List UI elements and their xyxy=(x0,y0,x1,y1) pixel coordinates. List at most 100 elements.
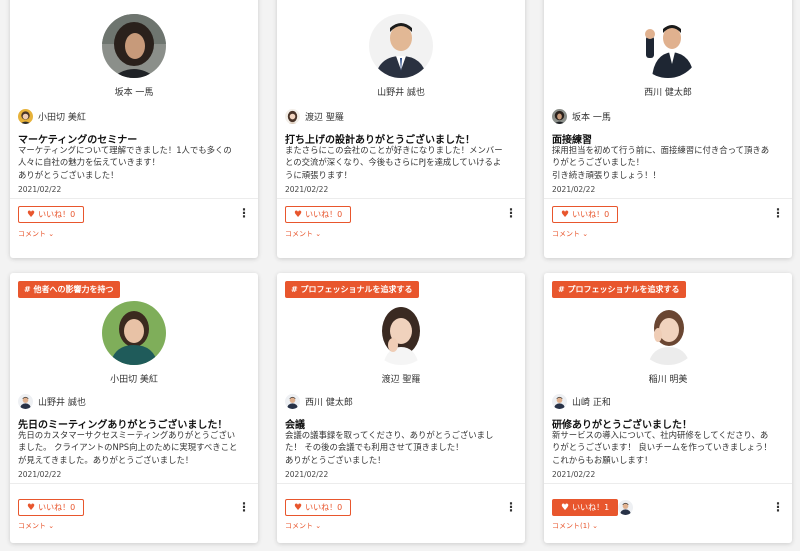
body-line: 採用担当を初めて行う前に、面接練習に付き合って頂きあ xyxy=(552,145,770,155)
value-tag[interactable]: # プロフェッショナルを追求する xyxy=(552,281,686,298)
like-button[interactable]: ♥ いいね！ 0 xyxy=(285,499,352,516)
body-line: た！ その後の会議でも利用させて頂きました！ xyxy=(285,442,464,453)
heart-icon: ♥ xyxy=(561,209,570,220)
body-line: うに頑張ります！ xyxy=(285,169,352,180)
card-body: 先日のカスタマーサクセスミーティングありがとうござい ました。 クライアントのN… xyxy=(18,429,254,466)
value-tag[interactable]: # プロフェッショナルを追求する xyxy=(285,281,419,298)
sender[interactable]: 小田切 美紅 xyxy=(18,109,86,124)
recipient-avatar[interactable] xyxy=(102,301,166,365)
like-label: いいね！ xyxy=(572,503,605,512)
card-date: 2021/02/22 xyxy=(552,470,596,479)
recipient-name[interactable]: 坂本 一馬 xyxy=(10,85,258,98)
sender-name: 西川 健太郎 xyxy=(305,398,353,408)
body-line: 先日のカスタマーサクセスミーティングありがとうござい xyxy=(18,430,236,440)
comment-label: コメント xyxy=(285,230,313,238)
body-line: ありがとうございました！ xyxy=(285,454,386,465)
recipient-avatar[interactable] xyxy=(369,14,433,78)
comment-toggle[interactable]: コメント(1) ⌄ xyxy=(552,521,598,531)
heart-icon: ♥ xyxy=(27,209,36,220)
like-label: いいね！ xyxy=(305,210,338,219)
sender-avatar xyxy=(285,394,300,409)
value-tag[interactable]: # 他者への影響力を持つ xyxy=(18,281,120,298)
sender[interactable]: 渡辺 聖羅 xyxy=(285,109,344,124)
body-line: ました。 クライアントのNPS向上のために実現すべきこと xyxy=(18,442,238,453)
like-button[interactable]: ♥ いいね！ 0 xyxy=(18,499,85,516)
sender-avatar xyxy=(18,394,33,409)
more-options-icon[interactable]: ⋮ xyxy=(505,501,517,513)
heart-icon: ♥ xyxy=(294,209,303,220)
body-line: これからもお願いします！ xyxy=(552,454,653,465)
body-line: りがとうございました！ xyxy=(552,157,645,168)
body-line: 新サービスの導入について、社内研修をしてくださり、あ xyxy=(552,430,769,440)
like-count: 0 xyxy=(604,210,610,219)
sender-avatar xyxy=(18,109,33,124)
more-options-icon[interactable]: ⋮ xyxy=(238,207,250,219)
chevron-down-icon: ⌄ xyxy=(315,230,322,238)
like-button[interactable]: ♥ いいね！ 1 xyxy=(552,499,619,516)
thanks-card: # 他者への影響力を持つ 小田切 美紅 山野井 誠也 先日のミーティングありがと… xyxy=(10,273,258,543)
card-date: 2021/02/22 xyxy=(18,470,62,479)
body-line: またさらにこの会社のことが好きになりました！メンバー xyxy=(285,145,503,155)
chevron-down-icon: ⌄ xyxy=(315,522,322,530)
recipient-name[interactable]: 西川 健太郎 xyxy=(544,85,792,98)
card-date: 2021/02/22 xyxy=(18,185,62,194)
more-options-icon[interactable]: ⋮ xyxy=(238,501,250,513)
body-line: 会議の議事録を取ってくださり、ありがとうございまし xyxy=(285,430,494,440)
comment-toggle[interactable]: コメント ⌄ xyxy=(285,229,321,239)
sender-avatar xyxy=(285,109,300,124)
more-options-icon[interactable]: ⋮ xyxy=(505,207,517,219)
recipient-name[interactable]: 山野井 誠也 xyxy=(277,85,525,98)
comment-toggle[interactable]: コメント ⌄ xyxy=(285,521,321,531)
comment-label: コメント xyxy=(552,230,580,238)
like-button[interactable]: ♥ いいね！ 0 xyxy=(285,206,352,223)
recipient-name[interactable]: 小田切 美紅 xyxy=(10,372,258,385)
body-line: 引き続き頑張りましょう！！ xyxy=(552,169,661,180)
liker-avatar[interactable] xyxy=(618,500,633,515)
sender[interactable]: 山野井 誠也 xyxy=(18,394,86,409)
thanks-card: # プロフェッショナルを追求する 稲川 明美 山崎 正和 研修ありがとうございま… xyxy=(544,273,792,543)
recipient-name[interactable]: 渡辺 聖羅 xyxy=(277,372,525,385)
recipient-name[interactable]: 稲川 明美 xyxy=(544,372,792,385)
chevron-down-icon: ⌄ xyxy=(592,522,599,530)
like-count: 0 xyxy=(337,210,343,219)
like-button[interactable]: ♥ いいね！ 0 xyxy=(552,206,619,223)
like-count: 0 xyxy=(70,210,76,219)
comment-toggle[interactable]: コメント ⌄ xyxy=(552,229,588,239)
divider xyxy=(544,198,792,199)
card-date: 2021/02/22 xyxy=(285,185,329,194)
body-line: りがとうございます！ 良いチームを作っていきましょう！ xyxy=(552,442,772,453)
heart-icon: ♥ xyxy=(294,502,303,513)
comment-count: (1) xyxy=(580,522,590,530)
thanks-card: # プロフェッショナルを追求する 渡辺 聖羅 西川 健太郎 会議 会議の議事録を… xyxy=(277,273,525,543)
divider xyxy=(277,198,525,199)
card-body: またさらにこの会社のことが好きになりました！メンバー との交流が深くなり、今後も… xyxy=(285,144,521,181)
recipient-avatar[interactable] xyxy=(369,301,433,365)
sender[interactable]: 西川 健太郎 xyxy=(285,394,353,409)
sender-name: 坂本 一馬 xyxy=(572,113,611,123)
sender[interactable]: 山崎 正和 xyxy=(552,394,611,409)
recipient-avatar[interactable] xyxy=(102,14,166,78)
sender-name: 山崎 正和 xyxy=(572,398,611,408)
divider xyxy=(277,483,525,484)
more-options-icon[interactable]: ⋮ xyxy=(772,501,784,513)
divider xyxy=(10,483,258,484)
comment-toggle[interactable]: コメント ⌄ xyxy=(18,229,54,239)
recipient-avatar[interactable] xyxy=(636,301,700,365)
comment-toggle[interactable]: コメント ⌄ xyxy=(18,521,54,531)
like-button[interactable]: ♥ いいね！ 0 xyxy=(18,206,85,223)
body-line: マーケティングについて理解できました！1人でも多くの xyxy=(18,145,232,155)
like-label: いいね！ xyxy=(305,503,338,512)
recipient-avatar[interactable] xyxy=(636,14,700,78)
like-label: いいね！ xyxy=(572,210,605,219)
thanks-card: 山野井 誠也 渡辺 聖羅 打ち上げの設計ありがとうございました！ またさらにこの… xyxy=(277,0,525,258)
chevron-down-icon: ⌄ xyxy=(48,522,55,530)
sender[interactable]: 坂本 一馬 xyxy=(552,109,611,124)
more-options-icon[interactable]: ⋮ xyxy=(772,207,784,219)
body-line: 人々に自社の魅力を伝えていきます！ xyxy=(18,157,160,168)
sender-name: 渡辺 聖羅 xyxy=(305,113,344,123)
like-label: いいね！ xyxy=(38,503,71,512)
heart-icon: ♥ xyxy=(27,502,36,513)
card-date: 2021/02/22 xyxy=(552,185,596,194)
chevron-down-icon: ⌄ xyxy=(48,230,55,238)
like-count: 0 xyxy=(70,503,76,512)
